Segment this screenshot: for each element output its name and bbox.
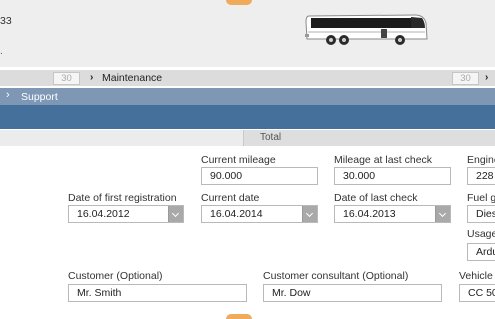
usage-select[interactable]: Ardu	[467, 243, 495, 261]
nav-item-maintenance[interactable]: Maintenance	[102, 72, 162, 84]
expand-handle[interactable]	[226, 314, 252, 319]
maintenance-count-badge: 30	[53, 72, 80, 85]
fuel-select[interactable]: Dies	[467, 205, 495, 223]
consultant-label: Customer consultant (Optional)	[263, 270, 409, 282]
current-mileage-field[interactable]: 90.000	[201, 167, 318, 185]
engine-field[interactable]: 228	[467, 167, 495, 185]
mileage-last-check-field[interactable]: 30.000	[334, 167, 451, 185]
current-date-value: 16.04.2014	[210, 208, 263, 220]
usage-label: Usage	[467, 228, 495, 240]
first-registration-select[interactable]: 16.04.2012	[68, 205, 184, 223]
nav-bar-maintenance: 30 › Maintenance 30 ›	[0, 70, 495, 86]
nav-item-support[interactable]: Support	[21, 91, 58, 103]
consultant-field[interactable]: Mr. Dow	[263, 284, 442, 302]
table-header: Total	[0, 130, 495, 146]
current-date-select[interactable]: 16.04.2014	[201, 205, 318, 223]
section-bar	[0, 105, 495, 129]
last-check-select[interactable]: 16.04.2013	[334, 205, 451, 223]
last-check-value: 16.04.2013	[343, 208, 396, 220]
chevron-down-icon[interactable]	[435, 206, 450, 222]
first-registration-label: Date of first registration	[68, 192, 177, 204]
last-check-label: Date of last check	[334, 192, 418, 204]
fuel-label: Fuel g	[467, 192, 495, 204]
usage-value: Ardu	[476, 246, 495, 258]
chevron-down-icon[interactable]	[302, 206, 317, 222]
bus-image	[305, 14, 428, 45]
chevron-right-icon: ›	[6, 89, 10, 101]
chevron-right-icon[interactable]: ›	[485, 72, 488, 83]
engine-label: Engine	[467, 154, 495, 166]
chevron-down-icon[interactable]	[168, 206, 183, 222]
collapse-handle[interactable]	[226, 0, 252, 5]
vehicle-label: Vehicle	[459, 270, 493, 282]
mileage-last-check-label: Mileage at last check	[334, 154, 433, 166]
column-header-total[interactable]: Total	[243, 130, 495, 146]
customer-label: Customer (Optional)	[68, 270, 163, 282]
vehicle-header: 33 .	[0, 0, 495, 67]
current-date-label: Current date	[201, 192, 260, 204]
chevron-right-icon: ›	[90, 72, 94, 83]
nav-bar-support[interactable]: › Support	[0, 88, 495, 105]
vehicle-field[interactable]: CC 50	[459, 284, 495, 302]
vehicle-id-text: 33	[0, 15, 12, 27]
fuel-value: Dies	[476, 208, 495, 220]
customer-field[interactable]: Mr. Smith	[68, 284, 247, 302]
right-count-badge: 30	[452, 72, 479, 85]
current-mileage-label: Current mileage	[201, 154, 276, 166]
first-registration-value: 16.04.2012	[77, 208, 130, 220]
header-fragment: .	[0, 46, 3, 57]
